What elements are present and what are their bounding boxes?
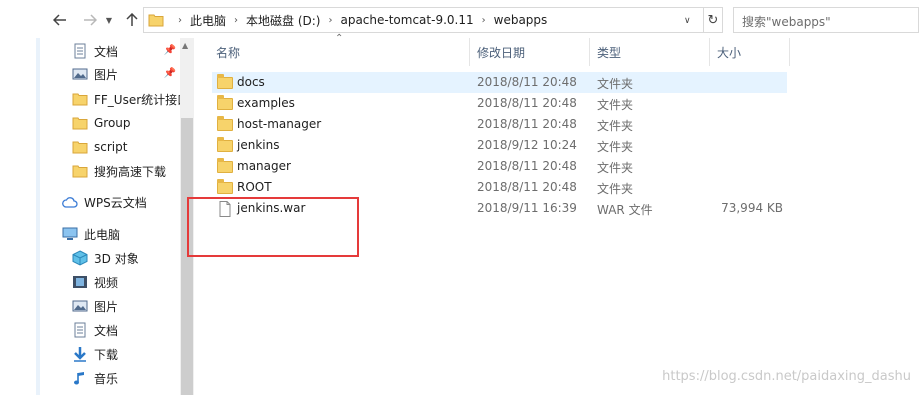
forward-button[interactable]: [80, 10, 100, 30]
refresh-button[interactable]: ↻: [703, 7, 723, 33]
picture-icon: [72, 298, 88, 314]
folder-icon: [217, 74, 233, 89]
breadcrumb-this-pc[interactable]: 此电脑: [190, 12, 226, 29]
folder-icon: [217, 179, 233, 194]
sidebar-item-sogou-download[interactable]: 搜狗高速下载: [40, 160, 180, 182]
folder-icon: [72, 139, 88, 155]
chevron-down-icon: ▼: [105, 15, 113, 25]
window-left-edge: [0, 0, 40, 395]
sidebar-item-script[interactable]: script: [40, 136, 180, 158]
folder-icon: [217, 95, 233, 110]
cube-icon: [72, 250, 88, 266]
sidebar-item-wps-cloud[interactable]: WPS云文档: [40, 191, 180, 213]
column-header-size[interactable]: 大小: [717, 38, 789, 66]
refresh-icon: ↻: [707, 12, 719, 28]
folder-icon: [217, 158, 233, 173]
video-icon: [72, 274, 88, 290]
folder-icon: [72, 91, 88, 107]
sidebar-item-ff-user[interactable]: FF_User统计接口: [40, 88, 180, 110]
computer-icon: [62, 226, 78, 242]
file-row-host-manager[interactable]: host-manager 2018/8/11 20:48 文件夹: [212, 114, 787, 135]
file-row-manager[interactable]: manager 2018/8/11 20:48 文件夹: [212, 156, 787, 177]
file-row-root[interactable]: ROOT 2018/8/11 20:48 文件夹: [212, 177, 787, 198]
file-row-examples[interactable]: examples 2018/8/11 20:48 文件夹: [212, 93, 787, 114]
address-bar[interactable]: › 此电脑 › 本地磁盘 (D:) › apache-tomcat-9.0.11…: [143, 7, 723, 33]
search-placeholder: 搜索"webapps": [742, 15, 831, 29]
breadcrumb: › 此电脑 › 本地磁盘 (D:) › apache-tomcat-9.0.11…: [170, 8, 547, 32]
sidebar-item-music[interactable]: 音乐: [40, 367, 180, 389]
sidebar-item-documents[interactable]: 文档: [40, 319, 180, 341]
folder-icon: [72, 115, 88, 131]
document-icon: [72, 43, 88, 59]
watermark: https://blog.csdn.net/paidaxing_dashu: [662, 369, 911, 384]
sidebar-item-downloads[interactable]: 下载: [40, 343, 180, 365]
column-header-name[interactable]: 名称: [216, 38, 468, 66]
pin-icon[interactable]: 📌: [164, 68, 176, 79]
sidebar-item-pictures-pinned[interactable]: 图片 📌: [40, 63, 180, 85]
folder-icon: [217, 137, 233, 152]
document-icon: [72, 322, 88, 338]
up-button[interactable]: [122, 10, 142, 30]
column-header-date[interactable]: 修改日期: [477, 38, 589, 66]
column-divider[interactable]: [469, 38, 470, 66]
navigation-pane: 文档 📌 图片 📌 FF_User统计接口 Group script 搜狗高速下…: [40, 38, 180, 395]
chevron-right-icon: ›: [234, 14, 239, 26]
download-icon: [72, 346, 88, 362]
sidebar-item-pictures[interactable]: 图片: [40, 295, 180, 317]
cloud-icon: [62, 194, 78, 210]
column-divider[interactable]: [709, 38, 710, 66]
column-divider[interactable]: [789, 38, 790, 66]
scroll-up-icon[interactable]: ▲: [182, 41, 188, 50]
sidebar-item-documents-pinned[interactable]: 文档 📌: [40, 40, 180, 62]
sidebar-item-3d-objects[interactable]: 3D 对象: [40, 247, 180, 269]
picture-icon: [72, 66, 88, 82]
chevron-right-icon: ›: [178, 14, 182, 26]
sidebar-item-group[interactable]: Group: [40, 112, 180, 134]
sidebar-item-this-pc[interactable]: 此电脑: [40, 223, 180, 245]
chevron-right-icon: ›: [328, 14, 333, 26]
file-row-docs[interactable]: docs 2018/8/11 20:48 文件夹: [212, 72, 787, 93]
breadcrumb-webapps[interactable]: webapps: [494, 13, 548, 27]
chevron-right-icon: ›: [481, 14, 486, 26]
up-arrow-icon: [126, 13, 138, 26]
navigation-bar: ▼ › 此电脑 › 本地磁盘 (D:) › apache-tomcat-9.0.…: [0, 0, 919, 38]
back-arrow-icon: [53, 14, 66, 26]
breadcrumb-drive-d[interactable]: 本地磁盘 (D:): [246, 12, 320, 29]
file-row-jenkins[interactable]: jenkins 2018/9/12 10:24 文件夹: [212, 135, 787, 156]
folder-icon: [148, 12, 164, 28]
search-input[interactable]: 搜索"webapps": [733, 7, 919, 33]
folder-icon: [72, 163, 88, 179]
column-header-type[interactable]: 类型: [597, 38, 709, 66]
pin-icon[interactable]: 📌: [164, 45, 176, 56]
highlight-box: [187, 197, 359, 257]
back-button[interactable]: [50, 10, 70, 30]
sidebar-item-videos[interactable]: 视频: [40, 271, 180, 293]
breadcrumb-tomcat[interactable]: apache-tomcat-9.0.11: [340, 13, 473, 27]
column-divider[interactable]: [589, 38, 590, 66]
recent-locations-button[interactable]: ▼: [103, 10, 115, 30]
forward-arrow-icon: [84, 14, 97, 26]
music-icon: [72, 370, 88, 386]
folder-icon: [217, 116, 233, 131]
address-dropdown-icon[interactable]: ∨: [684, 16, 691, 26]
